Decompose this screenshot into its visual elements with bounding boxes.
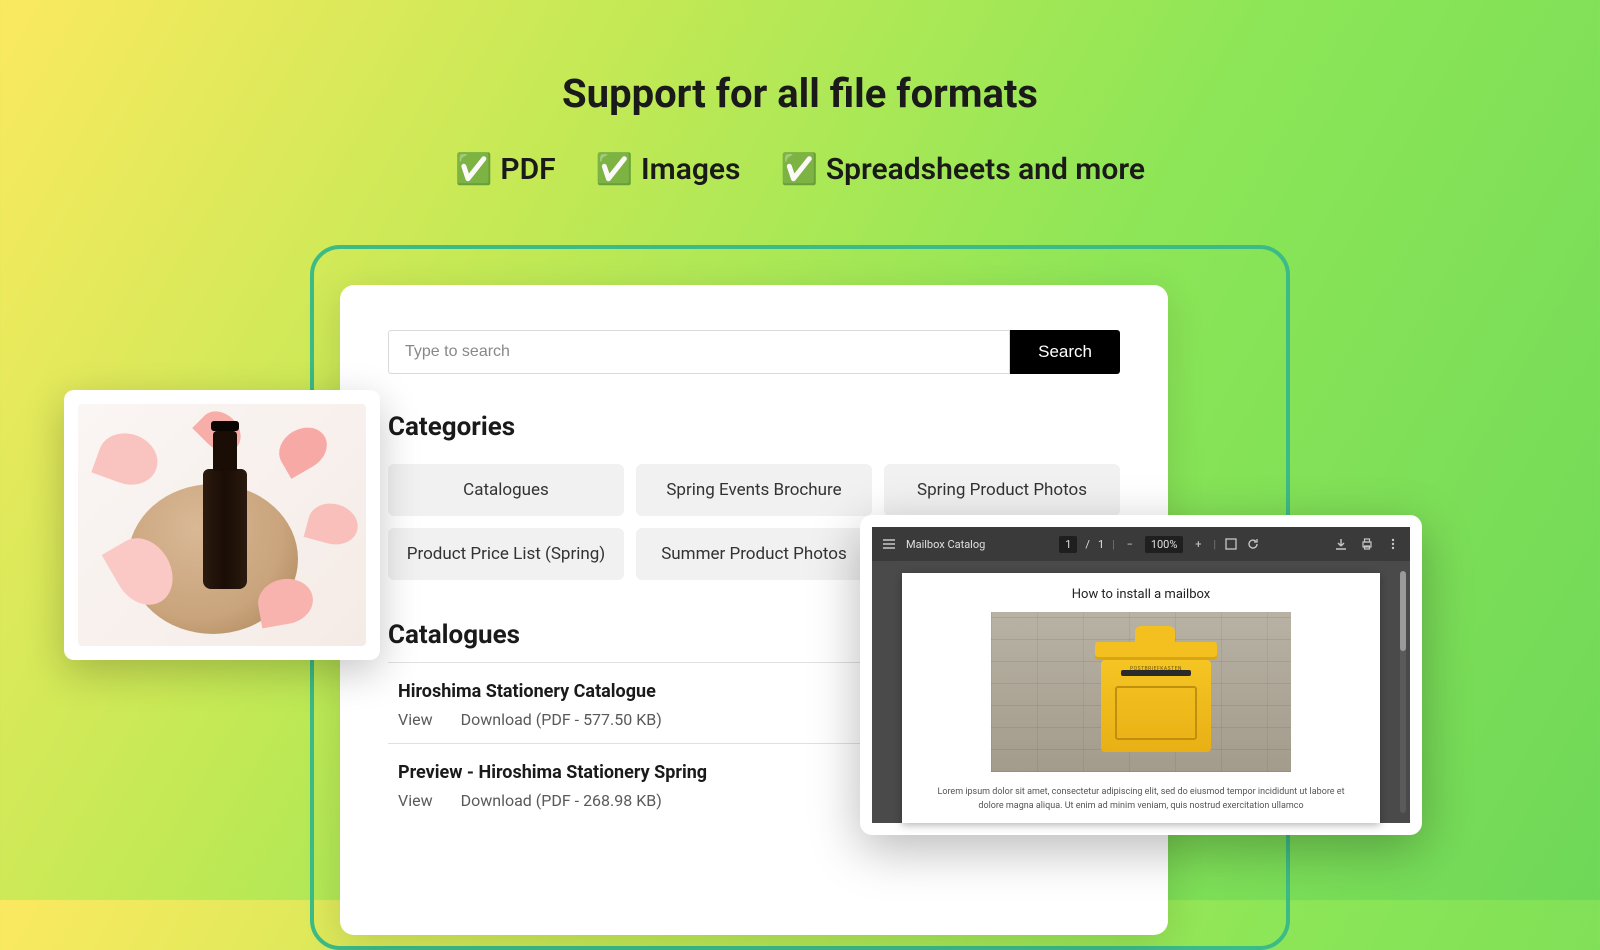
toolbar-separator: | (1213, 538, 1216, 551)
product-photo (78, 404, 366, 646)
zoom-in-button[interactable]: + (1191, 537, 1205, 551)
search-row: Search (388, 330, 1120, 374)
pdf-viewer: Mailbox Catalog 1 / 1 | − 100% + | (872, 527, 1410, 823)
page-total: 1 (1098, 538, 1104, 551)
feature-label: PDF (500, 152, 555, 187)
categories-heading: Categories (388, 412, 1120, 442)
feature-label: Images (641, 152, 740, 187)
fit-page-icon[interactable] (1224, 537, 1238, 551)
pdf-page-image: POSTBRIEFKASTEN (991, 612, 1291, 772)
print-icon[interactable] (1360, 537, 1374, 551)
feature-images: ✅ Images (596, 152, 741, 187)
feature-label: Spreadsheets and more (826, 152, 1145, 187)
zoom-out-button[interactable]: − (1123, 537, 1137, 551)
toolbar-separator: | (1112, 538, 1115, 551)
pdf-page-title: How to install a mailbox (1072, 587, 1211, 602)
pdf-toolbar: Mailbox Catalog 1 / 1 | − 100% + | (872, 527, 1410, 561)
category-catalogues[interactable]: Catalogues (388, 464, 624, 516)
search-button[interactable]: Search (1010, 330, 1120, 374)
download-icon[interactable] (1334, 537, 1348, 551)
file-view-link[interactable]: View (398, 791, 433, 810)
pdf-document-name: Mailbox Catalog (906, 538, 985, 551)
feature-row: ✅ PDF ✅ Images ✅ Spreadsheets and more (0, 152, 1600, 187)
search-input[interactable] (388, 330, 1010, 374)
menu-icon[interactable] (882, 537, 896, 551)
check-icon: ✅ (596, 152, 633, 187)
page-current[interactable]: 1 (1059, 536, 1077, 553)
file-download-link[interactable]: Download (PDF - 577.50 KB) (461, 710, 662, 729)
category-spring-product-photos[interactable]: Spring Product Photos (884, 464, 1120, 516)
category-summer-product-photos[interactable]: Summer Product Photos (636, 528, 872, 580)
pdf-preview-card: Mailbox Catalog 1 / 1 | − 100% + | (860, 515, 1422, 835)
feature-spreadsheets: ✅ Spreadsheets and more (780, 152, 1145, 187)
file-download-link[interactable]: Download (PDF - 268.98 KB) (461, 791, 662, 810)
pdf-viewport[interactable]: How to install a mailbox POSTBRIEFKASTEN… (872, 561, 1410, 823)
category-spring-events-brochure[interactable]: Spring Events Brochure (636, 464, 872, 516)
rotate-icon[interactable] (1246, 537, 1260, 551)
category-product-price-list-spring[interactable]: Product Price List (Spring) (388, 528, 624, 580)
more-icon[interactable] (1386, 537, 1400, 551)
check-icon: ✅ (455, 152, 492, 187)
zoom-level[interactable]: 100% (1145, 536, 1184, 553)
image-preview-card (64, 390, 380, 660)
page-headline: Support for all file formats (0, 0, 1600, 117)
pdf-page: How to install a mailbox POSTBRIEFKASTEN… (902, 573, 1380, 823)
check-icon: ✅ (780, 152, 817, 187)
scrollbar[interactable] (1400, 571, 1406, 813)
feature-pdf: ✅ PDF (455, 152, 556, 187)
pdf-body-text: Lorem ipsum dolor sit amet, consectetur … (926, 786, 1356, 813)
page-separator: / (1085, 538, 1090, 551)
file-view-link[interactable]: View (398, 710, 433, 729)
